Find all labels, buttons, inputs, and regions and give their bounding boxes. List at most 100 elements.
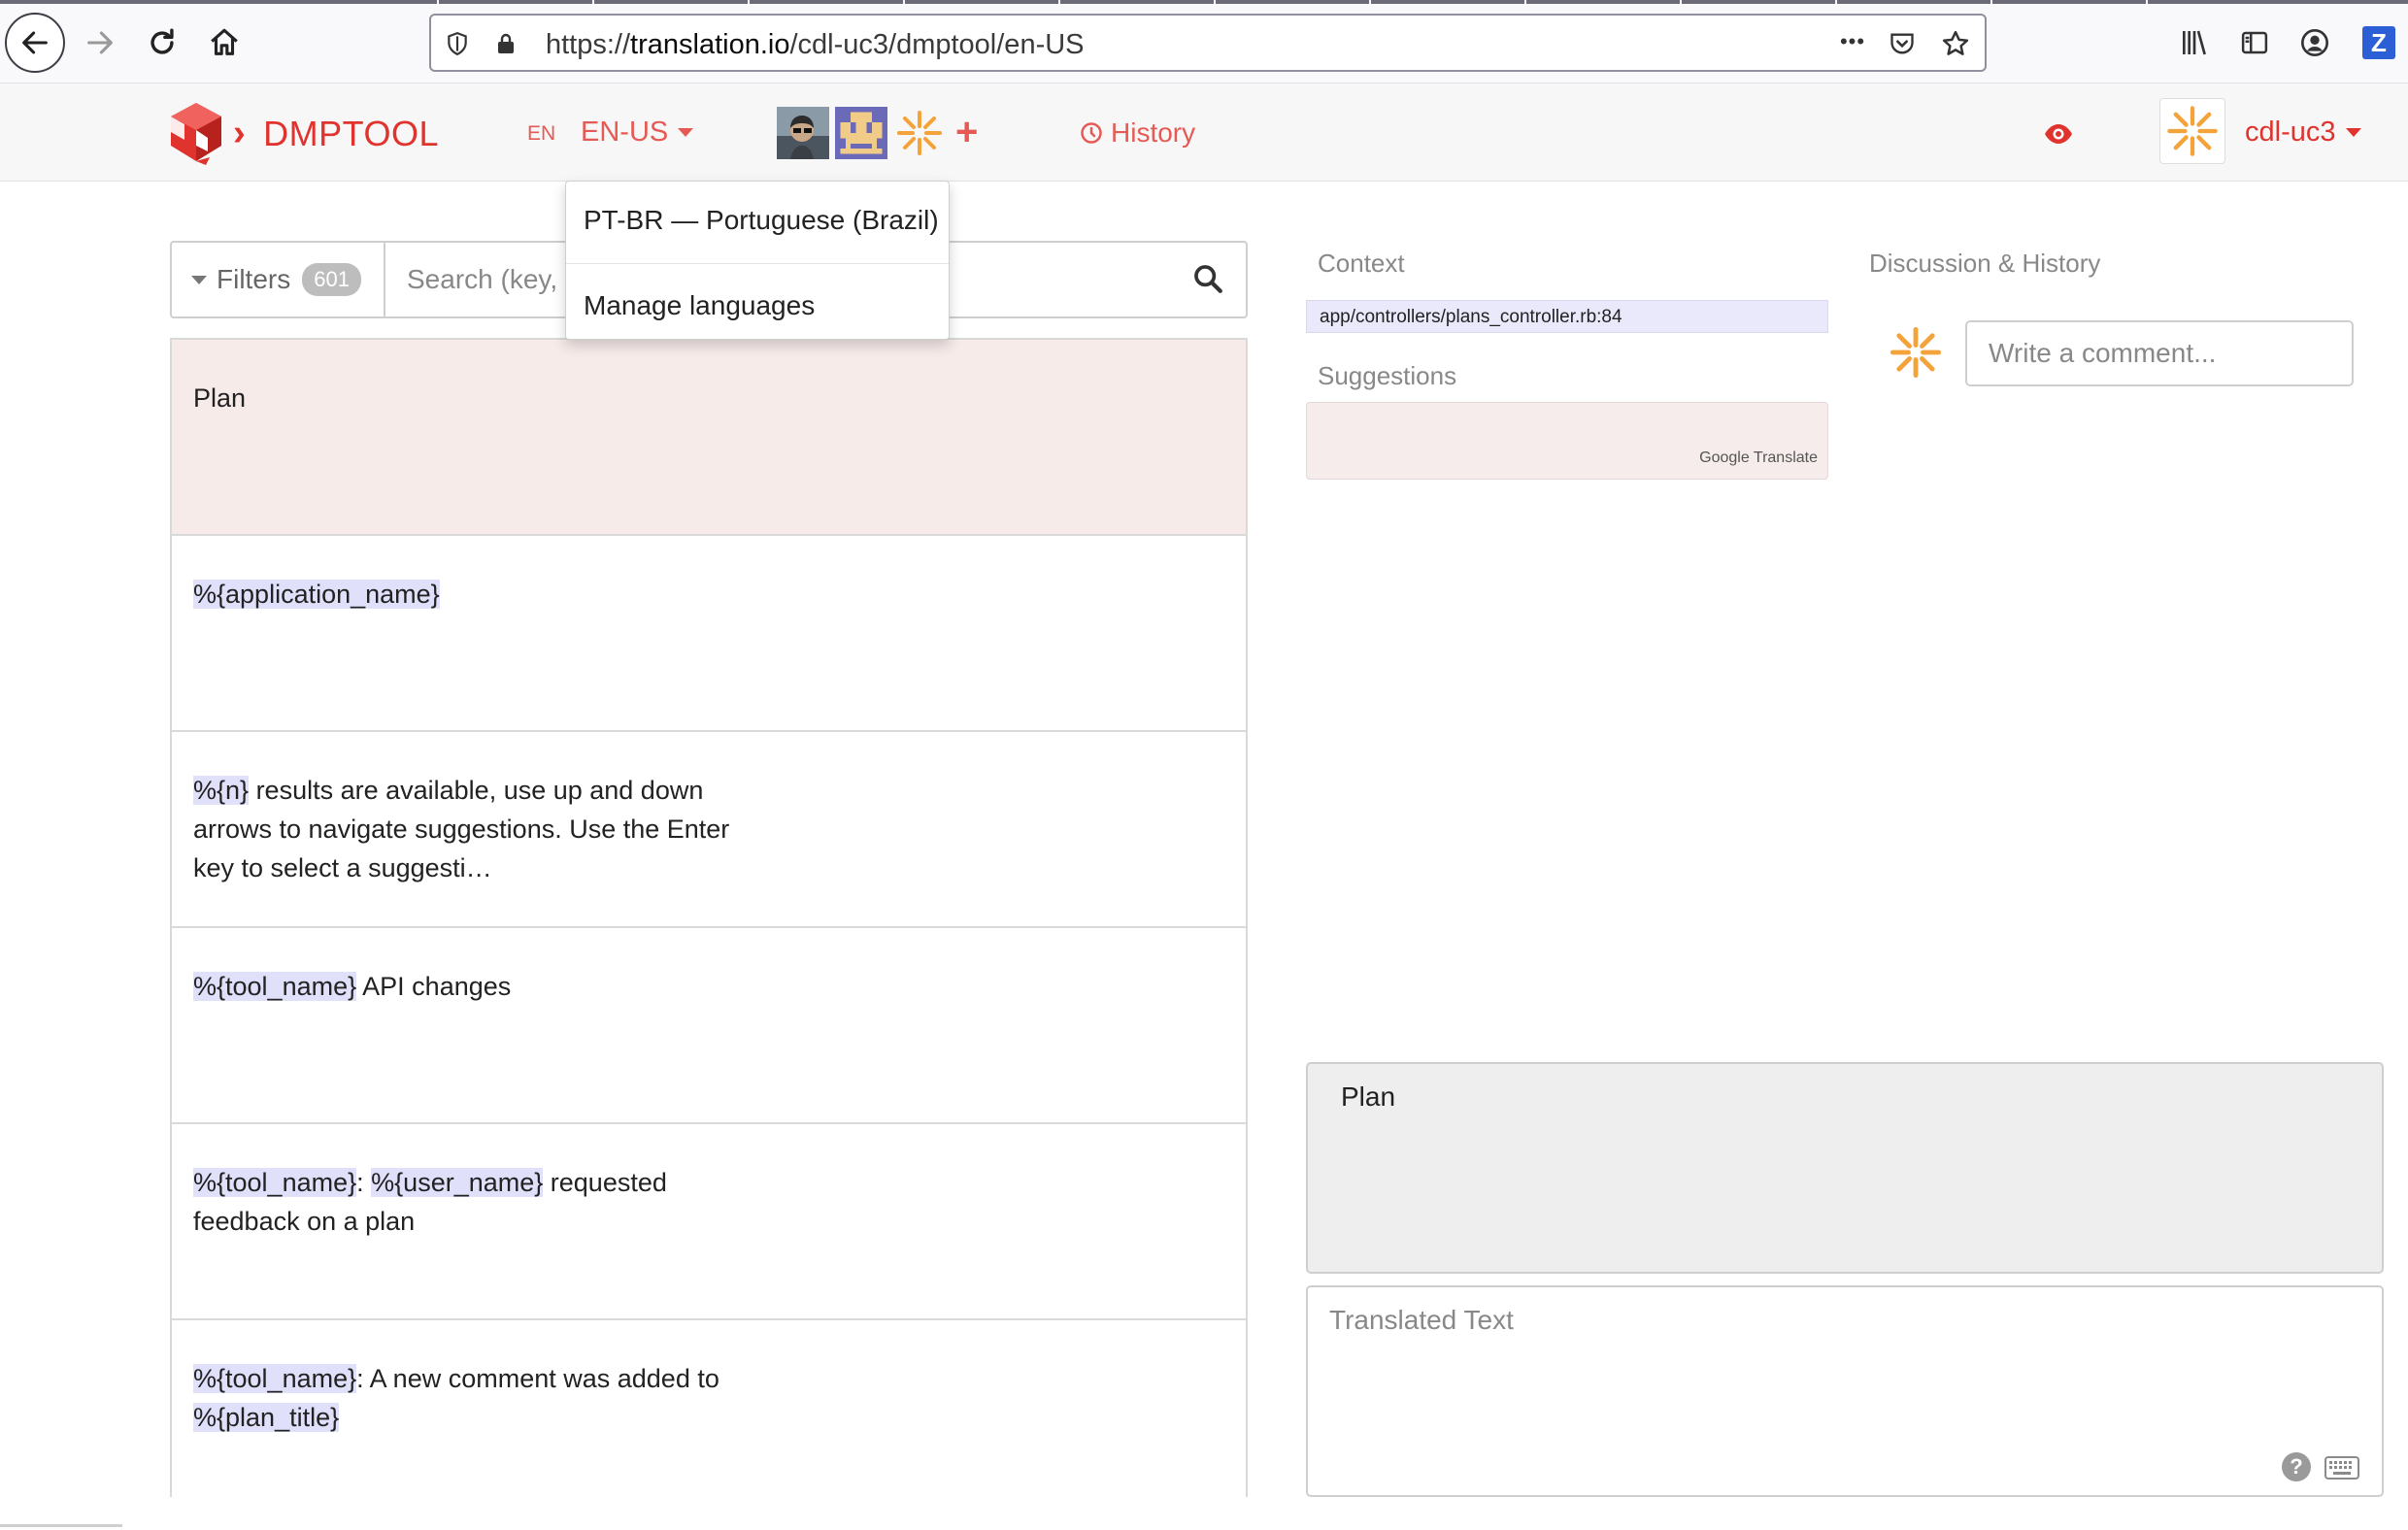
url-prefix: https:// bbox=[546, 29, 631, 60]
commenter-avatar-icon bbox=[1888, 324, 1944, 381]
caret-down-icon bbox=[191, 275, 207, 284]
address-bar[interactable]: https://translation.io/cdl-uc3/dmptool/e… bbox=[429, 14, 1987, 72]
tab-strip bbox=[0, 0, 2408, 4]
url-path: /cdl-uc3/dmptool/en-US bbox=[789, 29, 1085, 60]
home-icon bbox=[211, 28, 238, 55]
filters-label: Filters bbox=[217, 264, 291, 294]
history-label: History bbox=[1111, 117, 1196, 148]
menu-divider bbox=[566, 263, 949, 264]
key-text-segment: : bbox=[356, 1168, 372, 1197]
translation-key-source: %{tool_name}: A new comment was added to… bbox=[193, 1359, 737, 1437]
pocket-icon[interactable] bbox=[1888, 29, 1917, 58]
url-domain: translation.io bbox=[630, 29, 790, 60]
translation-io-logo-icon[interactable] bbox=[167, 101, 225, 167]
project-breadcrumb[interactable]: › DMPTOOL bbox=[233, 113, 439, 154]
filters-button[interactable]: Filters 601 bbox=[172, 243, 385, 316]
context-path: app/controllers/plans_controller.rb:84 bbox=[1306, 300, 1828, 333]
tab-separator bbox=[2146, 0, 2148, 4]
translation-key-source: %{tool_name}: %{user_name} requested fee… bbox=[193, 1163, 737, 1241]
tab-separator bbox=[1680, 0, 1682, 4]
key-text-segment: Plan bbox=[193, 383, 247, 413]
interpolation-placeholder: %{plan_title} bbox=[193, 1403, 340, 1432]
key-text-segment: API changes bbox=[356, 972, 512, 1001]
key-text-segment: results are available, use up and down a… bbox=[193, 776, 730, 882]
context-label: Context bbox=[1318, 249, 1405, 278]
tab-separator bbox=[1058, 0, 1060, 4]
filters-count-badge: 601 bbox=[302, 263, 361, 296]
collaborator-avatar[interactable] bbox=[893, 107, 946, 159]
search-button[interactable] bbox=[1191, 262, 1226, 297]
chevron-right-icon: › bbox=[233, 113, 247, 153]
project-name: DMPTOOL bbox=[263, 113, 440, 153]
tab-separator bbox=[748, 0, 750, 4]
source-text-box: Plan bbox=[1306, 1062, 2384, 1274]
account-icon[interactable] bbox=[2295, 23, 2334, 62]
translation-key-row[interactable]: %{application_name} bbox=[172, 534, 1246, 730]
reload-icon bbox=[150, 28, 174, 54]
lock-icon[interactable] bbox=[491, 29, 520, 58]
page-actions-button[interactable]: ••• bbox=[1833, 27, 1872, 56]
translation-input[interactable] bbox=[1306, 1285, 2384, 1497]
forward-button[interactable] bbox=[70, 13, 130, 73]
interpolation-placeholder: %{tool_name} bbox=[193, 1364, 357, 1393]
translation-key-source: %{n} results are available, use up and d… bbox=[193, 771, 737, 887]
user-avatar-icon bbox=[2167, 106, 2218, 156]
bookmark-star-icon[interactable] bbox=[1941, 29, 1970, 58]
tab-separator bbox=[1214, 0, 1216, 4]
zotero-icon: Z bbox=[2362, 26, 2395, 59]
target-language-label: EN-US bbox=[581, 116, 669, 148]
suggestions-box: Google Translate bbox=[1306, 402, 1828, 480]
interpolation-placeholder: %{application_name} bbox=[193, 580, 440, 609]
target-language-dropdown[interactable]: EN-US bbox=[581, 116, 694, 149]
home-button[interactable] bbox=[194, 13, 254, 73]
user-menu-toggle[interactable]: cdl-uc3 bbox=[2245, 116, 2361, 149]
translation-key-row[interactable]: %{n} results are available, use up and d… bbox=[172, 730, 1246, 926]
arrow-right-icon bbox=[87, 31, 113, 54]
menu-item-manage-languages[interactable]: Manage languages bbox=[584, 290, 815, 321]
source-text: Plan bbox=[1341, 1081, 1396, 1112]
arrow-left-icon bbox=[22, 31, 48, 54]
collaborator-avatar[interactable] bbox=[835, 107, 887, 159]
translation-key-row[interactable]: %{tool_name}: %{user_name} requested fee… bbox=[172, 1122, 1246, 1318]
sidebar-icon[interactable] bbox=[2235, 23, 2274, 62]
url-text[interactable]: https://translation.io/cdl-uc3/dmptool/e… bbox=[546, 29, 1085, 61]
translation-key-source: Plan bbox=[193, 379, 737, 417]
tab-separator bbox=[437, 0, 439, 4]
back-button[interactable] bbox=[5, 13, 65, 73]
suggestions-label: Suggestions bbox=[1318, 361, 1457, 390]
translation-key-source: %{tool_name} API changes bbox=[193, 967, 737, 1006]
tab-separator bbox=[1835, 0, 1837, 4]
menu-item-pt-br[interactable]: PT-BR — Portuguese (Brazil) bbox=[584, 205, 939, 236]
translation-key-row[interactable]: Plan bbox=[172, 338, 1246, 534]
comment-input[interactable] bbox=[1965, 320, 2354, 386]
tab-separator bbox=[1369, 0, 1371, 4]
translation-key-row[interactable]: %{tool_name}: A new comment was added to… bbox=[172, 1318, 1246, 1514]
user-avatar[interactable] bbox=[2159, 98, 2225, 164]
caret-down-icon bbox=[678, 128, 694, 137]
add-collaborator-button[interactable]: + bbox=[955, 111, 978, 154]
horizontal-scrollbar[interactable] bbox=[0, 1524, 122, 1527]
zotero-extension-button[interactable]: Z bbox=[2359, 23, 2398, 62]
interpolation-placeholder: %{tool_name} bbox=[193, 1168, 357, 1197]
collaborator-avatar[interactable] bbox=[777, 107, 829, 159]
interpolation-placeholder: %{n} bbox=[193, 776, 250, 805]
user-name: cdl-uc3 bbox=[2245, 116, 2336, 148]
shield-icon[interactable] bbox=[443, 29, 472, 58]
history-link[interactable]: History bbox=[1080, 117, 1195, 149]
browser-toolbar: https://translation.io/cdl-uc3/dmptool/e… bbox=[0, 0, 2408, 83]
translation-key-row[interactable]: %{tool_name} API changes bbox=[172, 926, 1246, 1122]
tab-separator bbox=[1990, 0, 1992, 4]
interpolation-placeholder: %{tool_name} bbox=[193, 972, 357, 1001]
translation-key-source: %{application_name} bbox=[193, 575, 737, 614]
reload-button[interactable] bbox=[132, 13, 192, 73]
library-icon[interactable] bbox=[2175, 23, 2214, 62]
help-icon[interactable]: ? bbox=[2282, 1452, 2311, 1481]
search-icon bbox=[1194, 265, 1222, 293]
tab-separator bbox=[1524, 0, 1526, 4]
translation-keys-list: Plan %{application_name} %{n} results are … bbox=[170, 338, 1248, 1514]
eye-icon[interactable] bbox=[2043, 122, 2074, 150]
tab-separator bbox=[903, 0, 905, 4]
keyboard-icon[interactable] bbox=[2324, 1456, 2359, 1484]
clock-icon bbox=[1081, 122, 1102, 144]
source-language-label: EN bbox=[527, 122, 556, 145]
